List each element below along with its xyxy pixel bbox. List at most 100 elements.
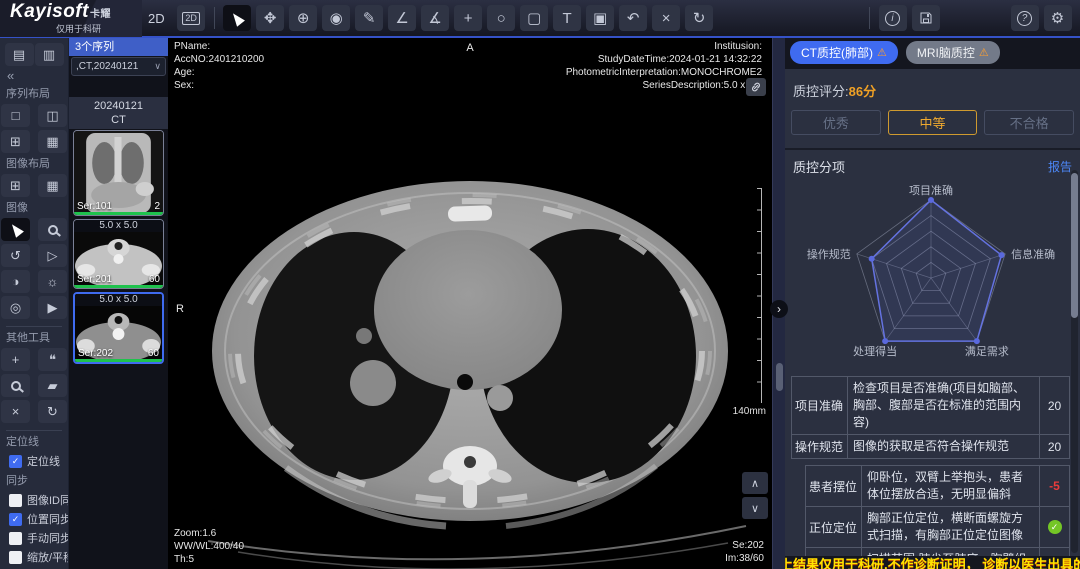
radar-axis-label: 项目准确 [909, 184, 953, 197]
expand-panel-button[interactable]: › [770, 300, 788, 318]
save-button[interactable] [912, 5, 940, 31]
checkbox[interactable]: ✓ [9, 455, 22, 468]
qc-panel-scroll-thumb[interactable] [1071, 173, 1078, 318]
overlay-line: StudyDateTime:2024-01-21 14:32:22 [566, 53, 762, 66]
tab-mri-qc[interactable]: MRI脑质控⚠ [906, 41, 1000, 64]
info-button[interactable]: i [879, 5, 907, 31]
table-row: 患者摆位仰卧位，双臂上举抱头，患者体位摆放合适，无明显偏斜-5 [806, 466, 1069, 506]
crosshair-tool-button[interactable]: + [454, 5, 482, 31]
checkbox-row[interactable]: 缩放/平移 [0, 548, 68, 566]
chevron-down-icon: ∨ [154, 62, 161, 71]
tab-ct-qc[interactable]: CT质控(肺部)⚠ [790, 41, 898, 64]
layout-3x3-button[interactable]: ▦ [38, 130, 67, 153]
checkbox-row[interactable]: 图像ID同步 [0, 491, 68, 509]
report-panel-button[interactable]: ▥ [35, 43, 64, 66]
settings-button[interactable]: ⚙ [1044, 5, 1072, 31]
rect-roi-button[interactable]: ▢ [520, 5, 548, 31]
series-thumbnail[interactable]: 5.0 x 5.0Ser:20260 [73, 292, 164, 364]
layout-1x1-button[interactable]: □ [1, 104, 30, 127]
thumbnail-series-label: Ser:101 [77, 201, 112, 212]
checkbox-row[interactable]: ✓定位线 [0, 452, 68, 470]
tool-grid: + ❝ ▰ × ↻ [0, 348, 68, 423]
link-series-button[interactable] [746, 78, 766, 96]
refresh-button[interactable]: ↻ [38, 400, 67, 423]
series-thumbnail[interactable]: 5.0 x 5.0Ser:20160 [73, 219, 164, 289]
window-level-tool-button[interactable]: ◉ [322, 5, 350, 31]
row-score: ✓ [1039, 507, 1069, 547]
layout-1x2-button[interactable]: ◫ [38, 104, 67, 127]
grade-button[interactable]: 不合格 [984, 110, 1074, 135]
angle-tool-button[interactable]: ∠ [388, 5, 416, 31]
overlay-line: WW/WL:400/40 [174, 540, 244, 553]
collapse-sidebar-button[interactable]: « [7, 69, 68, 83]
radar-axis-label: 操作规范 [807, 247, 851, 261]
section-title: 图像 [6, 202, 68, 215]
magnify-roi-button[interactable] [1, 374, 30, 397]
brightness-button[interactable]: ☼ [38, 270, 67, 293]
viewport-scrollbar[interactable] [776, 363, 783, 391]
layout-2x2-button[interactable]: ⊞ [1, 130, 30, 153]
text-annotation-icon: T [563, 11, 572, 26]
thumbnail-image-count: 60 [148, 348, 159, 359]
pan-tool-button[interactable]: ✥ [256, 5, 284, 31]
report-link[interactable]: 报告 [1048, 158, 1072, 175]
invert-button[interactable]: ◑ [1, 270, 30, 293]
previous-image-button[interactable]: ∧ [742, 472, 768, 494]
reset-view-button[interactable]: ↻ [685, 5, 713, 31]
localizer-button[interactable]: ◎ [1, 296, 30, 319]
overlay-line: SeriesDescription:5.0 x 5.0 [566, 79, 762, 92]
image-layout-3x3-button[interactable]: ▦ [38, 174, 67, 197]
image-layout-2x2-button[interactable]: ⊞ [1, 174, 30, 197]
checkbox-row[interactable]: ✓位置同步 [0, 510, 68, 528]
rotate-image-button[interactable]: ↺ [1, 244, 30, 267]
undo-button[interactable]: ↶ [619, 5, 647, 31]
row-desc: 检查项目是否准确(项目如脑部、胸部、腹部是否在标准的范围内容) [848, 377, 1039, 434]
ellipse-roi-button[interactable]: ○ [487, 5, 515, 31]
image-layout-button[interactable]: ▣ [586, 5, 614, 31]
checkbox[interactable] [9, 532, 22, 545]
checkbox[interactable]: ✓ [9, 513, 22, 526]
section-title: 其他工具 [6, 326, 62, 345]
grade-button[interactable]: 中等 [888, 110, 978, 135]
grade-button[interactable]: 优秀 [791, 110, 881, 135]
table-row: 正位定位胸部正位定位，横断面螺旋方式扫描，有胸部正位定位图像✓ [806, 506, 1069, 547]
delete-annotation-button[interactable]: × [652, 5, 680, 31]
next-image-button[interactable]: ∨ [742, 497, 768, 519]
series-group-header[interactable]: 20240121 CT [69, 97, 168, 129]
toolbar-tools: 2D ✥ ⊕ ◉✎∠∡+○▢ T ▣↶×↻ [175, 5, 716, 31]
select-tool-button[interactable] [223, 5, 251, 31]
select-tool-button[interactable] [1, 218, 30, 241]
qc-panel-scrollbar[interactable] [1071, 170, 1078, 553]
study-selector[interactable]: ,CT,20240121 ∨ [71, 57, 166, 76]
series-thumbnail[interactable]: Ser:1012 [73, 130, 164, 216]
row-name: 正位定位 [806, 507, 862, 547]
tool-grid: □ ◫ ⊞ ▦ [0, 104, 68, 153]
checkbox[interactable] [9, 551, 22, 564]
help-button[interactable]: ? [1011, 5, 1039, 31]
link-icon [750, 81, 762, 93]
row-name: 患者摆位 [806, 466, 862, 506]
cobb-angle-tool-button[interactable]: ∡ [421, 5, 449, 31]
add-annotation-button[interactable]: + [1, 348, 30, 371]
eraser-button[interactable]: ▰ [38, 374, 67, 397]
checkbox[interactable] [9, 494, 22, 507]
layout-1x1-icon: □ [12, 109, 20, 122]
scroll-series-button[interactable]: ▷ [38, 244, 67, 267]
checkbox-row[interactable]: 手动同步 [0, 529, 68, 547]
view-2d-button[interactable]: 2D [177, 5, 205, 31]
ct-axial-image [168, 38, 772, 569]
cine-play-button[interactable]: ▶ [38, 296, 67, 319]
logo-cn-text: 卡耀 [90, 9, 111, 20]
measure-tool-button[interactable]: ✎ [355, 5, 383, 31]
toolbar-right-tools: i [863, 5, 942, 31]
qc-subheader: 质控分项 报告 [785, 148, 1080, 176]
zoom-icon: ⊕ [297, 11, 310, 26]
text-annotation-button[interactable]: T [553, 5, 581, 31]
layout-3x3-icon: ▦ [46, 135, 58, 148]
series-panel-button[interactable]: ▤ [5, 43, 34, 66]
comment-button[interactable]: ❝ [38, 348, 67, 371]
zoom-tool-button[interactable]: ⊕ [289, 5, 317, 31]
delete-button[interactable]: × [1, 400, 30, 423]
image-viewport[interactable]: PName:AccNO:2401210200Age:Sex: Institusi… [168, 38, 772, 569]
search-zoom-button[interactable] [38, 218, 67, 241]
